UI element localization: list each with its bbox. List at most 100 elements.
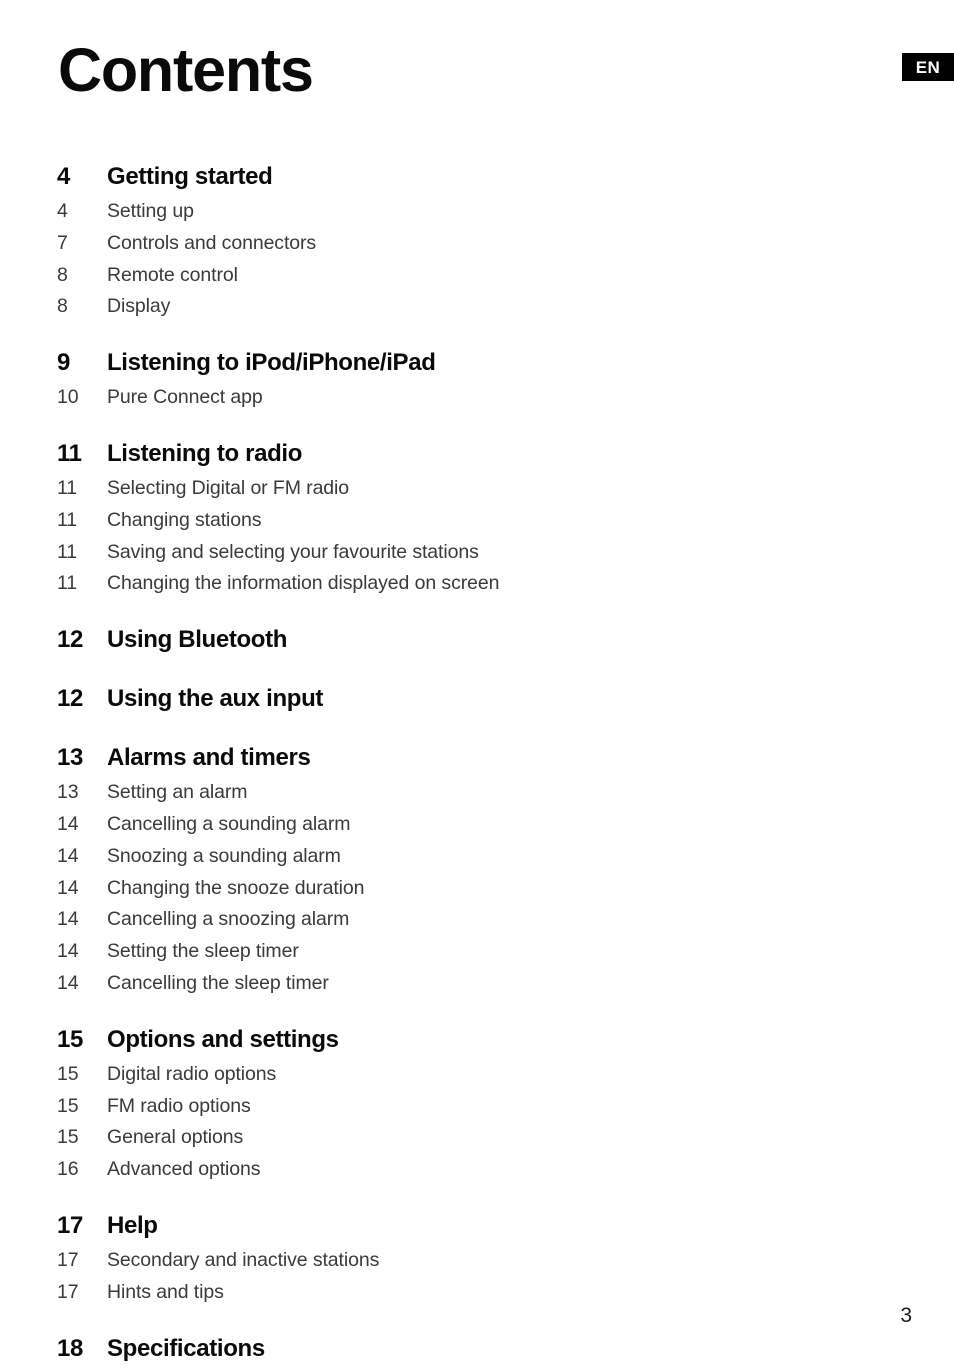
toc-entry-page-number: 15 [57,1094,79,1117]
toc-entry-label: Digital radio options [107,1062,277,1085]
toc-entry[interactable]: 14 Setting the sleep timer [0,936,954,968]
toc-section-heading[interactable]: 11 Listening to radio [0,435,954,473]
toc-entry-label: FM radio options [107,1094,251,1117]
toc-entry[interactable]: 11 Changing stations [0,505,954,537]
toc-entry-page-number: 11 [57,540,78,563]
toc-section-heading[interactable]: 12 Using Bluetooth [0,621,954,659]
toc-section-heading[interactable]: 13 Alarms and timers [0,739,954,777]
toc-section-label: Using the aux input [107,685,324,713]
toc-section-page-number: 12 [57,626,83,654]
toc-section-page-number: 4 [57,163,70,190]
toc-entry-label: Pure Connect app [107,386,263,409]
toc-entry-page-number: 10 [57,386,79,409]
document-page: EN Contents 4 Getting started 4 Setting up 7… [0,0,954,1362]
toc-entry[interactable]: 8 Remote control [0,260,954,292]
toc-entry-label: Display [107,295,171,318]
toc-entry[interactable]: 14 Snoozing a sounding alarm [0,841,954,873]
toc-entry-label: Hints and tips [107,1280,224,1303]
toc-entry[interactable]: 15 General options [0,1122,954,1154]
toc-entry-page-number: 4 [57,200,68,222]
toc-section-page-number: 18 [57,1334,83,1362]
toc-entry[interactable]: 4 Setting up [0,196,954,228]
toc-section-heading[interactable]: 4 Getting started [0,158,954,196]
toc-entry-label: Setting an alarm [107,781,248,804]
toc-entry-page-number: 16 [57,1158,79,1181]
toc-entry[interactable]: 14 Cancelling a snoozing alarm [0,904,954,936]
toc-entry-label: Cancelling the sleep timer [107,971,329,994]
toc-entry[interactable]: 11 Selecting Digital or FM radio [0,473,954,505]
toc-entry-label: Changing the snooze duration [107,876,365,899]
toc-section: 4 Getting started 4 Setting up 7 Controls and… [0,158,954,323]
page-title: Contents [58,36,314,104]
toc-entry-page-number: 8 [57,295,68,318]
toc-section-label: Specifications [107,1334,265,1362]
toc-entry[interactable]: 11 Changing the information displayed on … [0,568,954,600]
toc-section-heading[interactable]: 12 Using the aux input [0,680,954,718]
toc-entry-page-number: 17 [57,1280,79,1303]
toc-entry[interactable]: 14 Changing the snooze duration [0,873,954,905]
toc-section: 18 Specifications [0,1330,954,1368]
toc-section-label: Getting started [107,163,273,190]
toc-entry[interactable]: 13 Setting an alarm [0,777,954,809]
toc-entry-label: Controls and connectors [107,231,317,254]
toc-entry[interactable]: 15 Digital radio options [0,1059,954,1091]
toc-entry[interactable]: 7 Controls and connectors [0,228,954,260]
toc-entry-label: Advanced options [107,1158,261,1181]
toc-section-heading[interactable]: 9 Listening to iPod/iPhone/iPad [0,344,954,382]
toc-entry-page-number: 14 [57,940,79,963]
toc-section-heading[interactable]: 15 Options and settings [0,1021,954,1059]
toc-entry-label: Setting up [107,200,194,222]
toc-section-page-number: 12 [57,685,83,713]
toc-entry-page-number: 15 [57,1126,79,1149]
toc-entry-page-number: 8 [57,263,68,286]
toc-entry-page-number: 14 [57,971,79,994]
toc-section: 11 Listening to radio 11 Selecting Digital … [0,435,954,600]
toc-section-page-number: 17 [57,1211,83,1239]
page-number: 3 [900,1304,912,1327]
toc-section-label: Options and settings [107,1025,339,1053]
toc-section-label: Listening to iPod/iPhone/iPad [107,349,436,377]
toc-entry[interactable]: 17 Secondary and inactive stations [0,1245,954,1277]
toc-section-page-number: 9 [57,349,70,377]
toc-entry-page-number: 11 [57,508,78,531]
toc-section: 17 Help 17 Secondary and inactive stations 1… [0,1207,954,1309]
table-of-contents: 4 Getting started 4 Setting up 7 Controls and… [0,158,954,1368]
toc-entry-page-number: 14 [57,908,79,931]
toc-section: 12 Using the aux input [0,680,954,718]
toc-entry-page-number: 15 [57,1062,79,1085]
toc-entry[interactable]: 8 Display [0,291,954,323]
toc-section: 13 Alarms and timers 13 Setting an alarm 14 C… [0,739,954,1000]
toc-entry[interactable]: 17 Hints and tips [0,1277,954,1309]
toc-section: 12 Using Bluetooth [0,621,954,659]
toc-entry-page-number: 11 [57,476,78,499]
toc-entry-label: General options [107,1126,244,1149]
toc-entry[interactable]: 14 Cancelling the sleep timer [0,968,954,1000]
toc-entry-page-number: 17 [57,1248,79,1271]
toc-entry-label: Saving and selecting your favourite stat… [107,540,479,563]
toc-entry-page-number: 14 [57,812,79,835]
toc-section: 9 Listening to iPod/iPhone/iPad 10 Pure Con… [0,344,954,414]
toc-section-heading[interactable]: 18 Specifications [0,1330,954,1368]
toc-entry-label: Changing stations [107,508,262,531]
toc-entry[interactable]: 15 FM radio options [0,1091,954,1123]
toc-entry-label: Cancelling a sounding alarm [107,812,351,835]
toc-entry[interactable]: 14 Cancelling a sounding alarm [0,809,954,841]
toc-entry-page-number: 14 [57,876,79,899]
toc-section-label: Using Bluetooth [107,626,288,654]
toc-entry-label: Remote control [107,263,238,286]
language-badge: EN [902,53,954,81]
toc-entry[interactable]: 11 Saving and selecting your favourite st… [0,537,954,569]
toc-entry-page-number: 7 [57,231,68,254]
toc-entry-label: Selecting Digital or FM radio [107,476,350,499]
toc-entry[interactable]: 10 Pure Connect app [0,382,954,414]
toc-section-page-number: 15 [57,1025,83,1053]
toc-entry-page-number: 14 [57,844,79,867]
toc-section-page-number: 11 [57,439,82,467]
toc-entry[interactable]: 16 Advanced options [0,1154,954,1186]
toc-section-page-number: 13 [57,744,83,772]
toc-entry-page-number: 13 [57,781,79,804]
toc-section-label: Alarms and timers [107,744,311,772]
toc-entry-label: Changing the information displayed on sc… [107,572,500,595]
toc-entry-label: Snoozing a sounding alarm [107,844,341,867]
toc-section-heading[interactable]: 17 Help [0,1207,954,1245]
